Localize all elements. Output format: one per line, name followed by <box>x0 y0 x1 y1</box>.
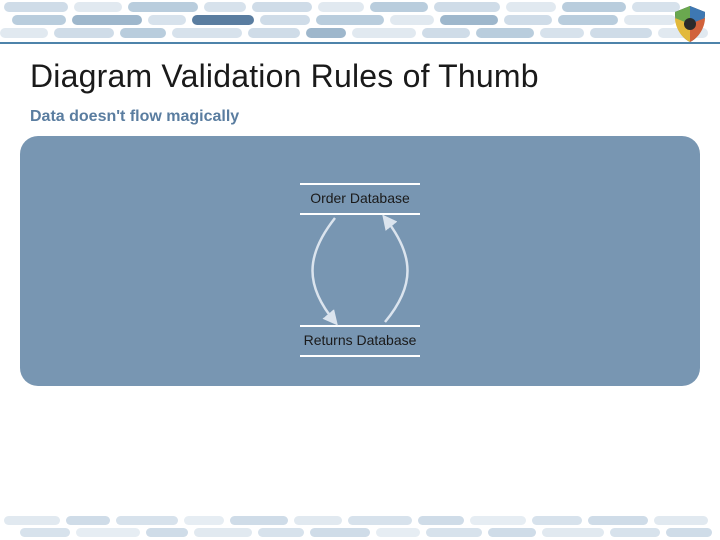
shield-logo-icon <box>670 4 710 44</box>
diagram-panel: Order Database Returns Database <box>20 136 700 386</box>
node-order-database: Order Database <box>280 190 440 206</box>
node-returns-database: Returns Database <box>280 332 440 348</box>
diagram-svg <box>20 136 700 386</box>
page-title: Diagram Validation Rules of Thumb <box>30 58 539 95</box>
footer-pills-svg <box>0 512 720 540</box>
footer-strip <box>0 512 720 540</box>
page-subtitle: Data doesn't flow magically <box>30 108 239 126</box>
header-strip <box>0 0 720 44</box>
header-pills-svg <box>0 0 720 42</box>
